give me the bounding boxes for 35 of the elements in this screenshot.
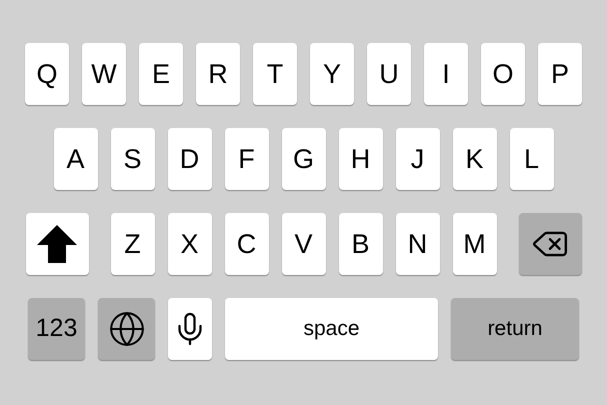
- letter-key[interactable]: Y: [310, 43, 354, 105]
- letter-key[interactable]: G: [282, 128, 326, 190]
- letter-key[interactable]: T: [253, 43, 297, 105]
- letter-key[interactable]: A: [54, 128, 98, 190]
- letter-key[interactable]: J: [396, 128, 440, 190]
- letter-key[interactable]: L: [510, 128, 554, 190]
- letter-key[interactable]: U: [367, 43, 411, 105]
- letter-key[interactable]: S: [110, 128, 154, 190]
- letter-key[interactable]: F: [224, 128, 268, 190]
- letter-key[interactable]: K: [452, 128, 496, 190]
- letter-key[interactable]: Q: [25, 43, 69, 105]
- letter-key[interactable]: X: [168, 213, 212, 275]
- letter-key[interactable]: E: [139, 43, 183, 105]
- letter-key[interactable]: D: [168, 128, 212, 190]
- shift-key[interactable]: [26, 213, 88, 275]
- numbers-key[interactable]: 123: [28, 298, 85, 360]
- letter-key[interactable]: P: [538, 43, 582, 105]
- globe-icon: [108, 310, 146, 348]
- space-key[interactable]: space: [225, 298, 438, 360]
- letter-key[interactable]: R: [196, 43, 240, 105]
- return-key[interactable]: return: [451, 298, 579, 360]
- letter-key[interactable]: C: [224, 213, 268, 275]
- letter-key[interactable]: O: [481, 43, 525, 105]
- letter-key[interactable]: H: [338, 128, 382, 190]
- globe-key[interactable]: [98, 298, 155, 360]
- shift-arrow-icon: [36, 224, 78, 264]
- letter-key[interactable]: V: [282, 213, 326, 275]
- letter-key[interactable]: Z: [110, 213, 154, 275]
- microphone-key[interactable]: [168, 298, 212, 360]
- letter-key[interactable]: M: [452, 213, 496, 275]
- letter-key[interactable]: I: [424, 43, 468, 105]
- letter-key[interactable]: W: [82, 43, 126, 105]
- letter-key[interactable]: N: [396, 213, 440, 275]
- letter-key[interactable]: B: [338, 213, 382, 275]
- backspace-key[interactable]: [518, 213, 582, 275]
